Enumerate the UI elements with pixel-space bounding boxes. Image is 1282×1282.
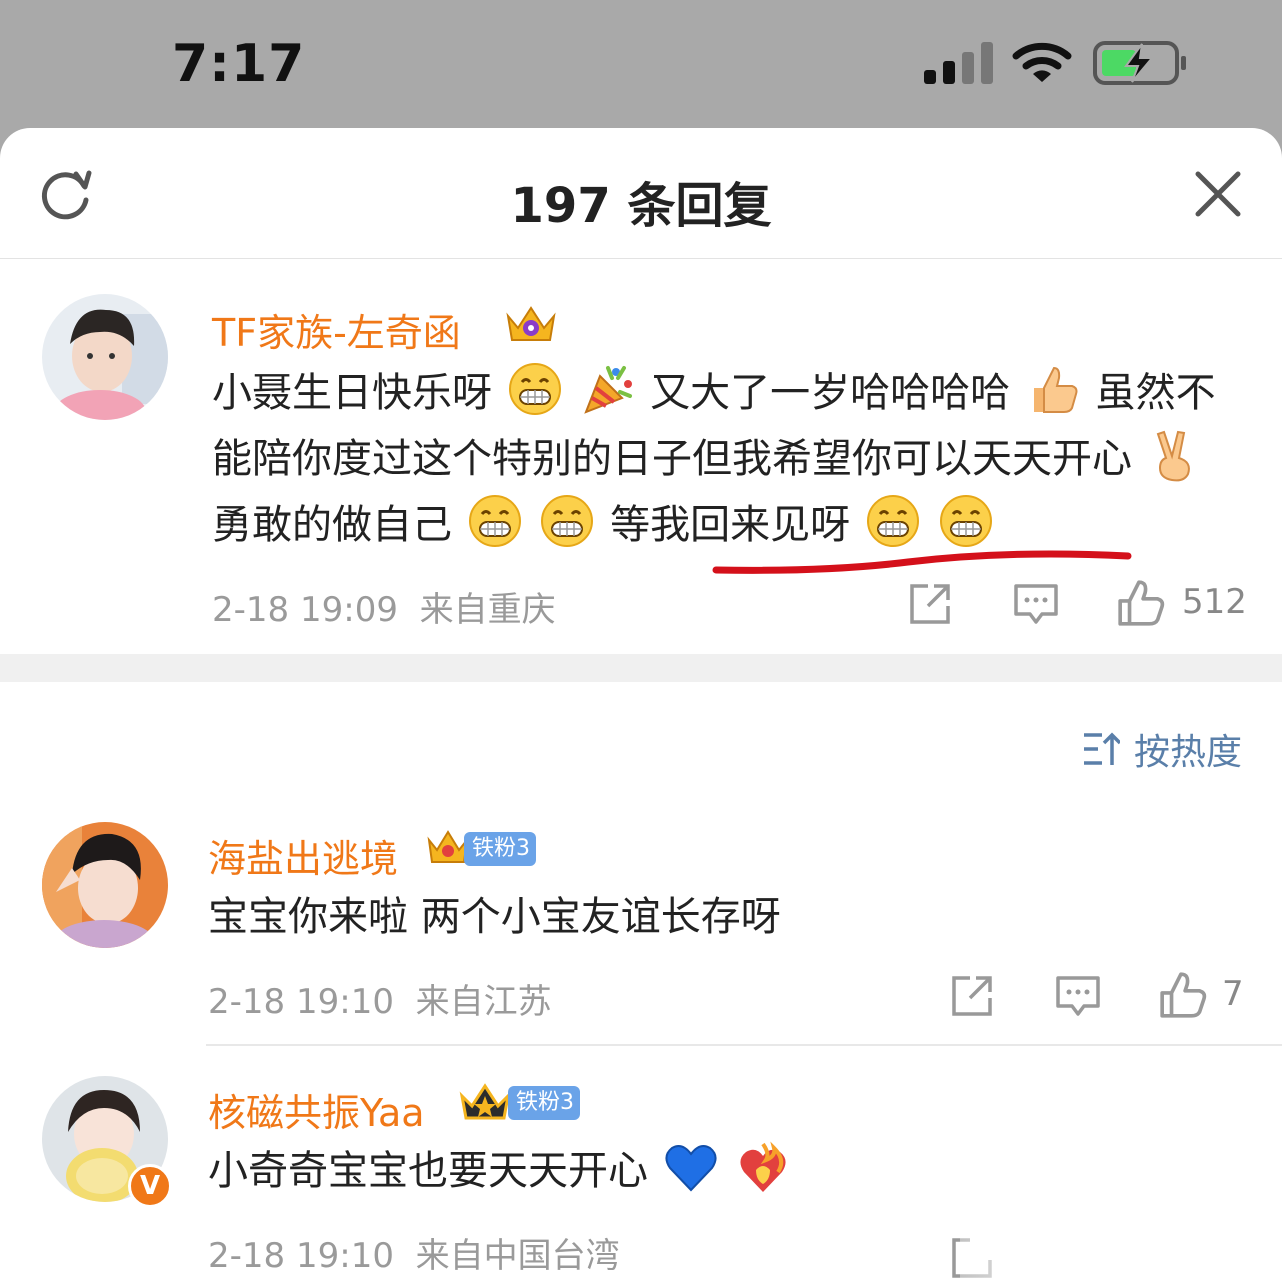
section-divider <box>0 654 1282 682</box>
comment-text-part: 小聂生日快乐呀 <box>212 370 492 416</box>
close-icon[interactable] <box>1192 168 1244 220</box>
comment-text-part: 又大了一岁哈哈哈哈 <box>650 370 1011 416</box>
reply-meta: 2-18 19:10 来自江苏 <box>208 974 552 1023</box>
like-icon[interactable] <box>1116 578 1166 628</box>
avatar-photo <box>42 294 168 420</box>
grin-emoji-icon <box>508 363 561 415</box>
thumbs-up-emoji-icon <box>1033 366 1078 413</box>
crown-icon <box>459 1083 511 1120</box>
wifi-icon <box>1012 42 1072 82</box>
heart-on-fire-icon <box>740 1141 786 1192</box>
row-divider <box>206 1044 1282 1046</box>
red-underline-annotation <box>712 550 1132 574</box>
avatar-photo <box>42 822 168 948</box>
reply-location: 来自江苏 <box>415 982 552 1022</box>
vip-badge-icon: V <box>128 1164 172 1208</box>
reply-text: 小奇奇宝宝也要天天开心 <box>208 1138 1248 1204</box>
crown-icon <box>506 306 556 341</box>
reply-meta: 2-18 19:10 来自中国台湾 <box>208 1228 620 1277</box>
avatar[interactable] <box>42 822 168 948</box>
replies-sheet: 197 条回复 TF家族-左奇函 小聂生日快乐呀 又大了一岁哈哈哈哈 虽然不能陪… <box>0 128 1282 1282</box>
reply-text-part: 小奇奇宝宝也要天天开心 <box>208 1148 648 1194</box>
reply-location: 来自中国台湾 <box>415 1236 620 1276</box>
sort-by-hot-button[interactable]: 按热度 <box>1082 724 1242 774</box>
comment-text-part: 勇敢的做自己 <box>212 502 452 548</box>
share-icon[interactable] <box>948 972 996 1020</box>
party-popper-icon <box>584 366 633 414</box>
sheet-header: 197 条回复 <box>0 128 1282 259</box>
status-bar: 7:17 <box>0 0 1282 130</box>
blurred-overlay <box>960 1236 1282 1282</box>
battery-charging-icon <box>1093 41 1186 85</box>
avatar[interactable] <box>42 294 168 420</box>
grin-emoji-icon <box>468 495 521 547</box>
sort-label: 按热度 <box>1134 732 1243 773</box>
reply-text: 宝宝你来啦 两个小宝友谊长存呀 <box>208 894 781 940</box>
reply-date: 2-18 19:10 <box>208 982 394 1022</box>
comment-text: 小聂生日快乐呀 又大了一岁哈哈哈哈 虽然不能陪你度过这个特别的日子但我希望你可以… <box>212 360 1232 558</box>
reply-username[interactable]: 核磁共振Yaa <box>208 1082 425 1137</box>
victory-hand-icon <box>1156 430 1190 482</box>
comment-meta: 2-18 19:09 来自重庆 <box>212 582 556 631</box>
like-count: 7 <box>1222 974 1244 1014</box>
fan-level-badge: 铁粉3 <box>508 1086 580 1120</box>
cellular-signal-icon <box>924 42 993 84</box>
grin-emoji-icon <box>541 495 594 547</box>
comment-username[interactable]: TF家族-左奇函 <box>212 302 461 357</box>
sheet-title: 197 条回复 <box>510 178 772 234</box>
comment-icon[interactable] <box>1054 972 1102 1020</box>
reply-date: 2-18 19:10 <box>208 1236 394 1276</box>
like-count: 512 <box>1182 582 1247 622</box>
fan-level-badge: 铁粉3 <box>464 832 536 866</box>
sort-icon <box>1084 732 1120 765</box>
blue-heart-icon <box>665 1145 717 1192</box>
like-icon[interactable] <box>1158 970 1208 1020</box>
comment-icon[interactable] <box>1012 580 1060 628</box>
status-time: 7:17 <box>172 34 306 94</box>
comment-location: 来自重庆 <box>419 590 556 630</box>
share-icon[interactable] <box>906 580 954 628</box>
comment-date: 2-18 19:09 <box>212 590 398 630</box>
reply-username[interactable]: 海盐出逃境 <box>208 828 398 883</box>
